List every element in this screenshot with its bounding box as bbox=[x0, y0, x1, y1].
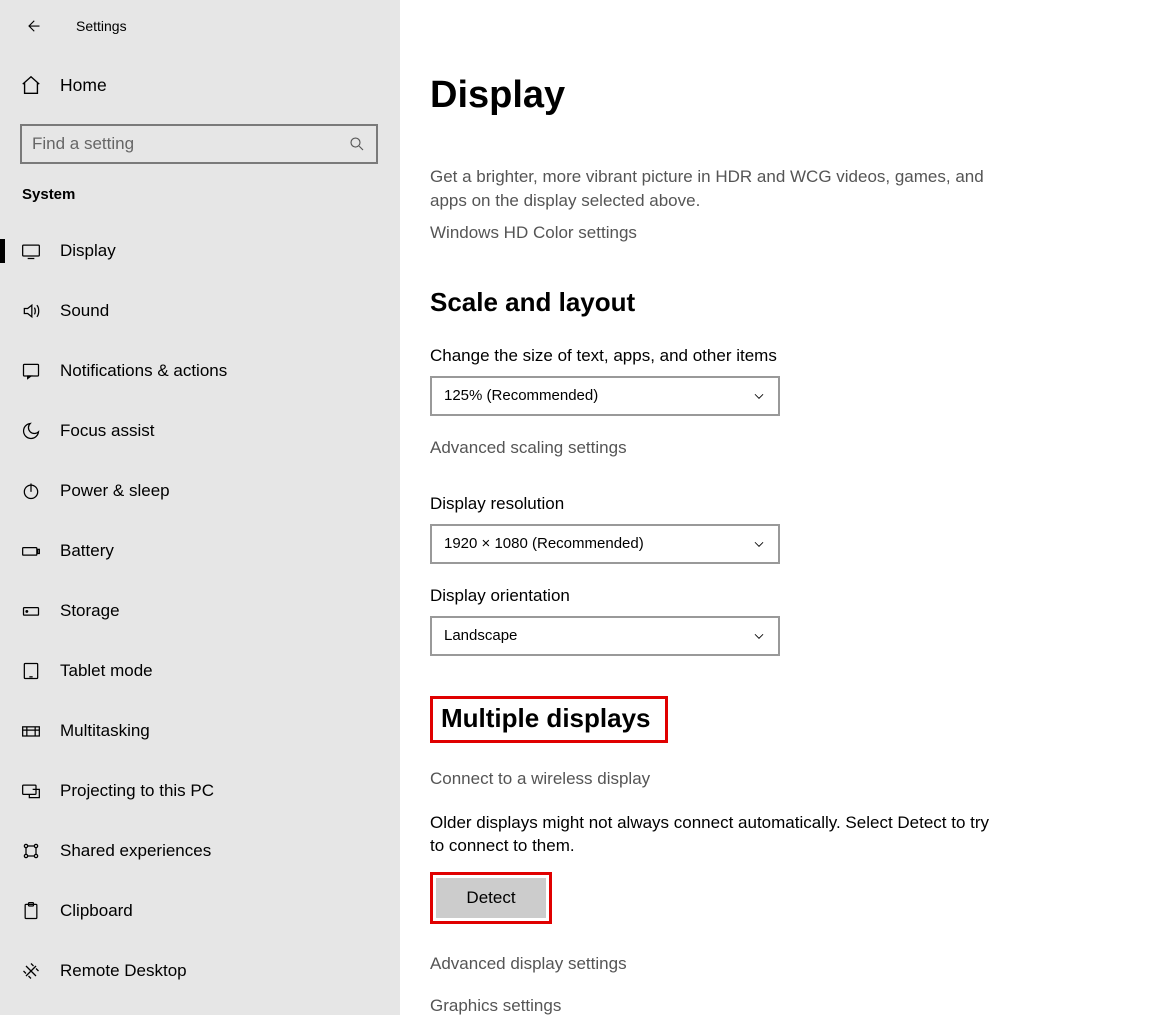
nav-item-multitasking[interactable]: Multitasking bbox=[0, 701, 400, 761]
nav-item-tablet-mode[interactable]: Tablet mode bbox=[0, 641, 400, 701]
battery-icon bbox=[20, 540, 42, 562]
category-label: System bbox=[0, 186, 400, 221]
nav-item-power-sleep[interactable]: Power & sleep bbox=[0, 461, 400, 521]
notifications-icon bbox=[20, 360, 42, 382]
detect-button[interactable]: Detect bbox=[436, 878, 546, 918]
hdr-description: Get a brighter, more vibrant picture in … bbox=[430, 165, 990, 213]
nav-label: Sound bbox=[60, 301, 109, 321]
detect-description: Older displays might not always connect … bbox=[430, 811, 990, 859]
arrow-left-icon bbox=[23, 17, 41, 35]
tablet-icon bbox=[20, 660, 42, 682]
home-icon bbox=[20, 74, 42, 96]
wireless-display-link[interactable]: Connect to a wireless display bbox=[430, 769, 1128, 789]
chevron-down-icon bbox=[752, 389, 766, 403]
scale-layout-heading: Scale and layout bbox=[430, 287, 1128, 318]
orientation-select[interactable]: Landscape bbox=[430, 616, 780, 656]
nav-label: Tablet mode bbox=[60, 661, 153, 681]
nav-label: Power & sleep bbox=[60, 481, 170, 501]
home-label: Home bbox=[60, 75, 107, 96]
shared-icon bbox=[20, 840, 42, 862]
storage-icon bbox=[20, 600, 42, 622]
sound-icon bbox=[20, 300, 42, 322]
home-button[interactable]: Home bbox=[0, 64, 400, 106]
multiple-displays-highlight: Multiple displays bbox=[430, 696, 668, 743]
resolution-select[interactable]: 1920 × 1080 (Recommended) bbox=[430, 524, 780, 564]
remote-desktop-icon bbox=[20, 960, 42, 982]
focus-assist-icon bbox=[20, 420, 42, 442]
nav-label: Multitasking bbox=[60, 721, 150, 741]
nav-label: Clipboard bbox=[60, 901, 133, 921]
nav-item-shared-experiences[interactable]: Shared experiences bbox=[0, 821, 400, 881]
resolution-value: 1920 × 1080 (Recommended) bbox=[444, 535, 644, 552]
nav-label: Shared experiences bbox=[60, 841, 211, 861]
nav-item-notifications[interactable]: Notifications & actions bbox=[0, 341, 400, 401]
nav-item-remote-desktop[interactable]: Remote Desktop bbox=[0, 941, 400, 1001]
orientation-label: Display orientation bbox=[430, 586, 1128, 606]
chevron-down-icon bbox=[752, 537, 766, 551]
nav-item-display[interactable]: Display bbox=[0, 221, 400, 281]
clipboard-icon bbox=[20, 900, 42, 922]
app-title: Settings bbox=[76, 18, 127, 34]
nav-list: Display Sound Notifications & actions Fo… bbox=[0, 221, 400, 1001]
nav-label: Projecting to this PC bbox=[60, 781, 214, 801]
sidebar: Settings Home System Display Sound Notif… bbox=[0, 0, 400, 1015]
back-button[interactable] bbox=[20, 14, 44, 38]
orientation-value: Landscape bbox=[444, 627, 517, 644]
nav-item-sound[interactable]: Sound bbox=[0, 281, 400, 341]
nav-item-storage[interactable]: Storage bbox=[0, 581, 400, 641]
nav-label: Notifications & actions bbox=[60, 361, 227, 381]
nav-label: Focus assist bbox=[60, 421, 154, 441]
page-title: Display bbox=[430, 74, 1128, 117]
nav-item-clipboard[interactable]: Clipboard bbox=[0, 881, 400, 941]
nav-item-projecting[interactable]: Projecting to this PC bbox=[0, 761, 400, 821]
nav-item-focus-assist[interactable]: Focus assist bbox=[0, 401, 400, 461]
nav-label: Battery bbox=[60, 541, 114, 561]
main-content: Display Get a brighter, more vibrant pic… bbox=[400, 0, 1158, 1015]
chevron-down-icon bbox=[752, 629, 766, 643]
display-icon bbox=[20, 240, 42, 262]
nav-item-battery[interactable]: Battery bbox=[0, 521, 400, 581]
graphics-settings-link[interactable]: Graphics settings bbox=[430, 996, 1128, 1015]
advanced-display-link[interactable]: Advanced display settings bbox=[430, 954, 1128, 974]
titlebar: Settings bbox=[0, 8, 400, 64]
resolution-label: Display resolution bbox=[430, 494, 1128, 514]
multiple-displays-heading: Multiple displays bbox=[441, 703, 651, 734]
detect-highlight: Detect bbox=[430, 872, 552, 924]
projecting-icon bbox=[20, 780, 42, 802]
scale-select[interactable]: 125% (Recommended) bbox=[430, 376, 780, 416]
search-wrap bbox=[0, 124, 400, 186]
search-input[interactable] bbox=[32, 134, 348, 154]
scale-label: Change the size of text, apps, and other… bbox=[430, 346, 1128, 366]
advanced-scaling-link[interactable]: Advanced scaling settings bbox=[430, 438, 1128, 458]
power-icon bbox=[20, 480, 42, 502]
scale-value: 125% (Recommended) bbox=[444, 387, 598, 404]
nav-label: Remote Desktop bbox=[60, 961, 187, 981]
multitasking-icon bbox=[20, 720, 42, 742]
hd-color-settings-link[interactable]: Windows HD Color settings bbox=[430, 223, 1128, 243]
search-box[interactable] bbox=[20, 124, 378, 164]
nav-label: Display bbox=[60, 241, 116, 261]
search-icon bbox=[348, 135, 366, 153]
nav-label: Storage bbox=[60, 601, 120, 621]
